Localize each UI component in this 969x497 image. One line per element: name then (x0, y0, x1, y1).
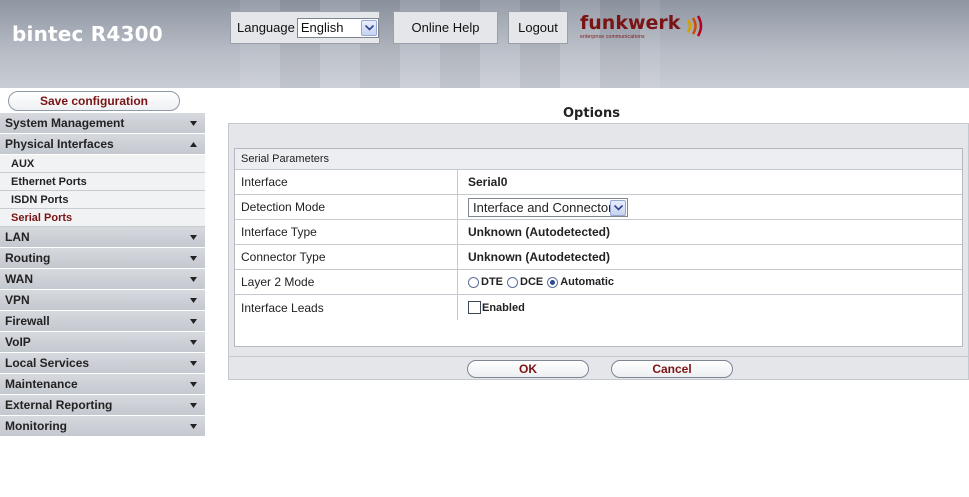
interface-type-value: Unknown (Autodetected) (468, 225, 610, 239)
caret-down-icon (190, 298, 197, 303)
logo-waves-icon (686, 15, 702, 37)
sidebar: Save configuration System Management Phy… (0, 88, 205, 497)
header-bar: bintec R4300 Language English Online Hel… (0, 0, 969, 88)
table-row: Connector Type Unknown (Autodetected) (235, 245, 962, 270)
logo-text: funkwerk (580, 12, 681, 34)
caret-up-icon (190, 142, 197, 147)
sidebar-subitem-aux[interactable]: AUX (0, 155, 205, 173)
radio-automatic[interactable]: Automatic (547, 276, 614, 288)
table-row: Interface Serial0 (235, 170, 962, 195)
serial-parameters-table: Serial Parameters Interface Serial0 Dete… (234, 148, 963, 347)
connector-type-value: Unknown (Autodetected) (468, 250, 610, 264)
sidebar-item-external-reporting[interactable]: External Reporting (0, 395, 205, 416)
interface-type-label: Interface Type (235, 220, 458, 244)
interface-leads-label: Interface Leads (235, 295, 458, 320)
caret-down-icon (190, 319, 197, 324)
caret-down-icon (190, 382, 197, 387)
connector-type-label: Connector Type (235, 245, 458, 269)
layer2-mode-group: DTE DCE Automatic (458, 270, 962, 294)
main-content: Options Serial Parameters Interface Seri… (218, 88, 969, 497)
section-title: Serial Parameters (235, 149, 962, 170)
logout-link[interactable]: Logout (508, 11, 568, 44)
detection-mode-label: Detection Mode (235, 195, 458, 219)
radio-dte-control[interactable] (468, 276, 479, 288)
caret-down-icon (190, 340, 197, 345)
top-toolbar: Language English Online Help Logout funk… (218, 0, 969, 88)
sidebar-item-lan[interactable]: LAN (0, 227, 205, 248)
language-box: Language English (230, 11, 380, 44)
table-row: Layer 2 Mode DTE DCE Automatic (235, 270, 962, 295)
tab-options[interactable]: Options (563, 106, 620, 121)
sidebar-item-physical-interfaces[interactable]: Physical Interfaces (0, 134, 205, 155)
caret-down-icon (190, 361, 197, 366)
interface-leads-checkbox[interactable]: Enabled (468, 301, 525, 314)
sidebar-item-local-services[interactable]: Local Services (0, 353, 205, 374)
sidebar-item-vpn[interactable]: VPN (0, 290, 205, 311)
radio-dce[interactable]: DCE (507, 276, 543, 288)
caret-down-icon (190, 121, 197, 126)
interface-value: Serial0 (468, 175, 508, 189)
sidebar-item-monitoring[interactable]: Monitoring (0, 416, 205, 437)
table-row: Detection Mode Interface and Connector (235, 195, 962, 220)
language-label: Language (237, 20, 295, 35)
sidebar-item-routing[interactable]: Routing (0, 248, 205, 269)
radio-automatic-control[interactable] (547, 276, 559, 288)
table-row: Interface Type Unknown (Autodetected) (235, 220, 962, 245)
sidebar-item-voip[interactable]: VoIP (0, 332, 205, 353)
interface-label: Interface (235, 170, 458, 194)
radio-dte[interactable]: DTE (468, 276, 503, 288)
table-row: Interface Leads Enabled (235, 295, 962, 320)
caret-down-icon (190, 277, 197, 282)
sidebar-item-firewall[interactable]: Firewall (0, 311, 205, 332)
ok-button[interactable]: OK (467, 360, 589, 378)
caret-down-icon (190, 403, 197, 408)
enabled-checkbox[interactable] (468, 301, 481, 314)
save-configuration-button[interactable]: Save configuration (8, 91, 180, 111)
caret-down-icon (190, 424, 197, 429)
sidebar-menu: System Management Physical Interfaces AU… (0, 113, 205, 437)
cancel-button[interactable]: Cancel (611, 360, 733, 378)
chevron-down-icon[interactable] (361, 19, 377, 36)
sidebar-subitem-isdn-ports[interactable]: ISDN Ports (0, 191, 205, 209)
caret-down-icon (190, 256, 197, 261)
radio-dce-control[interactable] (507, 276, 518, 288)
funkwerk-logo: funkwerk enterprise communications (580, 12, 703, 40)
chevron-down-icon[interactable] (610, 199, 626, 216)
sidebar-subitem-ethernet-ports[interactable]: Ethernet Ports (0, 173, 205, 191)
layer2-mode-label: Layer 2 Mode (235, 270, 458, 294)
detection-mode-value: Interface and Connector (473, 199, 613, 215)
sidebar-item-wan[interactable]: WAN (0, 269, 205, 290)
form-actions: OK Cancel (228, 356, 969, 380)
product-name: bintec R4300 (12, 22, 163, 46)
sidebar-item-maintenance[interactable]: Maintenance (0, 374, 205, 395)
language-value: English (300, 20, 344, 35)
caret-down-icon (190, 235, 197, 240)
sidebar-subitem-serial-ports[interactable]: Serial Ports (0, 209, 205, 227)
language-select[interactable]: English (296, 17, 379, 38)
sidebar-item-system-management[interactable]: System Management (0, 113, 205, 134)
detection-mode-select[interactable]: Interface and Connector (468, 197, 628, 217)
online-help-link[interactable]: Online Help (393, 11, 498, 44)
